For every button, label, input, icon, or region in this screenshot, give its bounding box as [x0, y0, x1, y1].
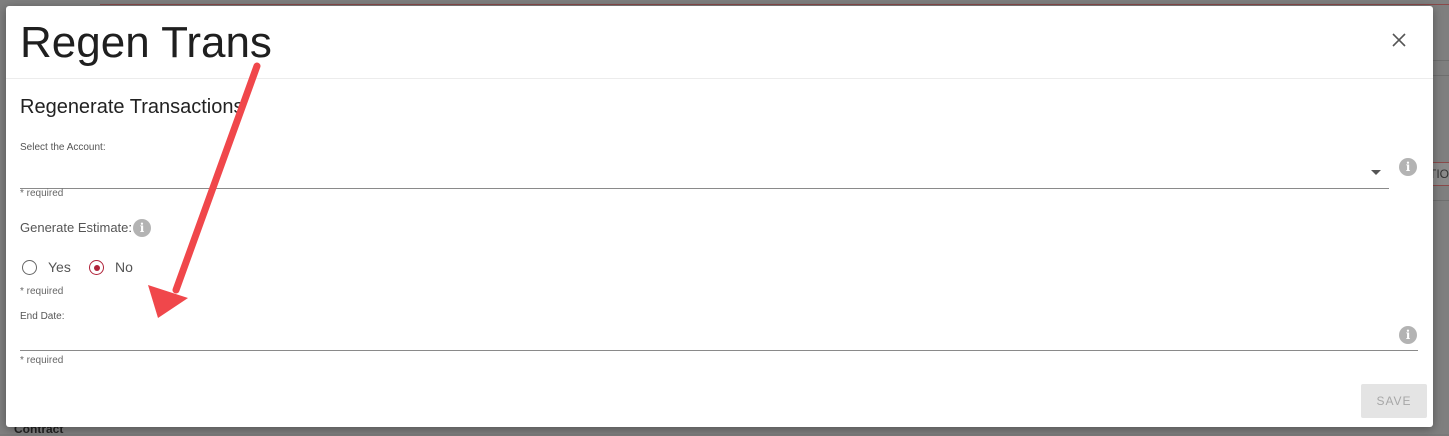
background-toolbar	[100, 0, 1449, 5]
background-divider	[1433, 75, 1449, 76]
info-icon[interactable]: i	[1399, 326, 1417, 344]
dialog-title: Regen Trans	[20, 18, 272, 67]
radio-no-label: No	[115, 259, 133, 275]
end-date-required-hint: * required	[20, 355, 64, 366]
dialog-header: Regen Trans	[6, 6, 1433, 79]
save-button[interactable]: SAVE	[1361, 384, 1427, 418]
radio-yes-label: Yes	[48, 259, 71, 275]
section-title: Regenerate Transactions	[20, 96, 244, 118]
background-divider	[1433, 60, 1449, 61]
end-date-input[interactable]	[20, 328, 1418, 351]
close-icon	[1392, 33, 1406, 47]
chevron-down-icon	[1371, 170, 1381, 175]
close-button[interactable]	[1389, 30, 1409, 50]
radio-dot	[93, 264, 100, 271]
background-divider	[1433, 200, 1449, 201]
info-icon[interactable]: i	[133, 219, 151, 237]
account-label: Select the Account:	[20, 142, 106, 153]
radio-off-icon	[22, 260, 37, 275]
info-icon[interactable]: i	[1399, 158, 1417, 176]
radio-on-icon	[89, 260, 104, 275]
end-date-label: End Date:	[20, 311, 65, 322]
regen-trans-dialog: Regen Trans Regenerate Transactions Sele…	[6, 6, 1433, 427]
generate-estimate-label: Generate Estimate:	[20, 220, 132, 235]
estimate-required-hint: * required	[20, 286, 64, 297]
account-select[interactable]	[20, 162, 1389, 189]
account-required-hint: * required	[20, 188, 64, 199]
